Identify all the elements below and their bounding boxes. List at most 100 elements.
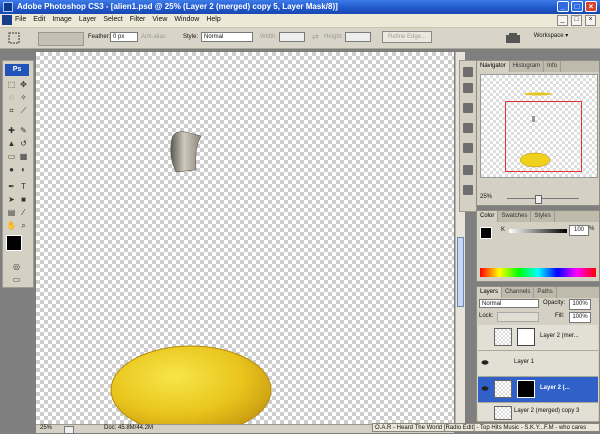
navigator-panel: Navigator Histogram Info 25% xyxy=(476,60,600,206)
opacity-input[interactable]: 100% xyxy=(569,299,591,310)
feather-input[interactable]: 0 px xyxy=(110,32,138,42)
close-button[interactable]: × xyxy=(585,1,597,12)
magic-wand-tool[interactable]: ✧ xyxy=(18,92,29,103)
move-tool[interactable]: ✥ xyxy=(18,79,29,90)
status-menu-icon[interactable] xyxy=(64,426,74,434)
brushes-icon[interactable] xyxy=(505,32,521,44)
layer-row-selected[interactable]: Layer 2 (... xyxy=(478,377,598,403)
visibility-eye-icon[interactable] xyxy=(481,385,489,392)
path-selection-tool[interactable]: ➤ xyxy=(6,194,17,205)
notes-tool[interactable]: ▤ xyxy=(6,207,17,218)
history-brush-tool[interactable]: ↺ xyxy=(18,138,29,149)
zoom-tool[interactable]: ⌕ xyxy=(18,220,29,231)
history-dock-icon[interactable] xyxy=(463,123,473,133)
doc-restore-button[interactable]: □ xyxy=(571,15,582,26)
color-panel: Color Swatches Styles K 100 % xyxy=(476,210,600,282)
shape-tool[interactable]: ■ xyxy=(18,194,29,205)
pen-tool[interactable]: ✒ xyxy=(6,181,17,192)
lock-options[interactable] xyxy=(497,312,539,322)
quick-mask-icon[interactable]: ◎ xyxy=(11,261,22,272)
menu-bar: File Edit Image Layer Select Filter View… xyxy=(0,14,600,28)
tab-histogram[interactable]: Histogram xyxy=(510,61,545,72)
tab-channels[interactable]: Channels xyxy=(502,287,535,298)
stamp-tool[interactable]: ▲ xyxy=(6,138,17,149)
tab-layers[interactable]: Layers xyxy=(477,287,503,298)
document-canvas[interactable] xyxy=(36,52,454,424)
k-value[interactable]: 100 xyxy=(569,225,589,236)
toolbox: Ps ⬚ ✥ ◌ ✧ ⌗ ⟋ ✚ ✎ ▲ ↺ ▭ ▦ ● ◐ ✒ T ➤ ■ ▤… xyxy=(2,60,34,288)
style-select[interactable]: Normal xyxy=(201,32,253,42)
zoom-slider-handle[interactable] xyxy=(535,195,542,204)
layer-name: Layer 2 (merged) copy 3 xyxy=(514,408,580,414)
app-icon xyxy=(3,2,13,12)
layer-row[interactable]: Layer 2 (merged) copy 3 xyxy=(478,403,598,422)
character-dock-icon[interactable] xyxy=(463,185,473,195)
navigator-view-box[interactable] xyxy=(505,101,582,172)
width-input[interactable] xyxy=(279,32,305,42)
layer-mask-thumbnail[interactable] xyxy=(517,380,535,398)
menu-view[interactable]: View xyxy=(152,16,167,23)
visibility-eye-icon[interactable] xyxy=(481,359,489,366)
tab-info[interactable]: Info xyxy=(544,61,562,72)
tool-presets-dock-icon[interactable] xyxy=(463,83,473,93)
menu-help[interactable]: Help xyxy=(206,16,220,23)
zoom-readout[interactable]: 25% xyxy=(40,425,52,431)
workspace-button[interactable]: Workspace ▾ xyxy=(526,31,576,43)
tab-swatches[interactable]: Swatches xyxy=(498,211,532,222)
refine-edge-button[interactable]: Refine Edge... xyxy=(382,31,432,43)
blur-tool[interactable]: ● xyxy=(6,164,17,175)
color-foreground[interactable] xyxy=(480,227,492,239)
minimize-button[interactable]: _ xyxy=(557,1,569,12)
gradient-tool[interactable]: ▦ xyxy=(18,151,29,162)
menu-filter[interactable]: Filter xyxy=(130,16,146,23)
hand-tool[interactable]: ✋ xyxy=(6,220,17,231)
crop-tool[interactable]: ⌗ xyxy=(6,105,17,116)
tab-navigator[interactable]: Navigator xyxy=(477,61,510,72)
doc-close-button[interactable]: × xyxy=(585,15,596,26)
tab-styles[interactable]: Styles xyxy=(531,211,555,222)
selection-mode-buttons[interactable] xyxy=(38,32,84,46)
color-ramp[interactable] xyxy=(480,268,596,277)
layer-row[interactable]: Layer 2 (mer... xyxy=(478,325,598,351)
height-input[interactable] xyxy=(345,32,371,42)
menu-select[interactable]: Select xyxy=(103,16,122,23)
scrollbar-thumb[interactable] xyxy=(457,237,464,307)
slice-tool[interactable]: ⟋ xyxy=(18,105,29,116)
foreground-color-swatch[interactable] xyxy=(6,235,22,251)
menu-file[interactable]: File xyxy=(15,16,26,23)
swap-icon[interactable]: ⇄ xyxy=(312,32,319,41)
layer-comps-dock-icon[interactable] xyxy=(463,103,473,113)
menu-layer[interactable]: Layer xyxy=(79,16,97,23)
style-label: Style: xyxy=(183,34,199,40)
eraser-tool[interactable]: ▭ xyxy=(6,151,17,162)
blend-mode-select[interactable]: Normal xyxy=(479,299,539,308)
healing-tool[interactable]: ✚ xyxy=(6,125,17,136)
marquee-tool-icon[interactable] xyxy=(8,32,20,44)
navigator-zoom[interactable]: 25% xyxy=(480,194,492,200)
navigator-preview[interactable] xyxy=(480,74,598,178)
paragraph-dock-icon[interactable] xyxy=(463,165,473,175)
menu-image[interactable]: Image xyxy=(52,16,71,23)
marquee-tool[interactable]: ⬚ xyxy=(6,79,17,90)
brushes-dock-icon[interactable] xyxy=(463,67,473,77)
antialias-checkbox[interactable]: Anti-alias xyxy=(141,34,166,40)
k-slider[interactable] xyxy=(509,229,567,233)
maximize-button[interactable]: □ xyxy=(571,1,583,12)
actions-dock-icon[interactable] xyxy=(463,143,473,153)
doc-minimize-button[interactable]: _ xyxy=(557,15,568,26)
type-tool[interactable]: T xyxy=(18,181,29,192)
dodge-tool[interactable]: ◐ xyxy=(18,164,29,175)
layer-mask-thumbnail[interactable] xyxy=(517,328,535,346)
eyedropper-tool[interactable]: ⁄ xyxy=(18,207,29,218)
layer-row[interactable]: Layer 1 xyxy=(478,351,598,377)
screen-mode-icon[interactable]: ▭ xyxy=(11,274,22,285)
brush-tool[interactable]: ✎ xyxy=(18,125,29,136)
fill-input[interactable]: 100% xyxy=(569,312,591,323)
menu-edit[interactable]: Edit xyxy=(33,16,45,23)
tab-color[interactable]: Color xyxy=(477,211,499,222)
zoom-slider[interactable] xyxy=(507,198,579,199)
tab-paths[interactable]: Paths xyxy=(534,287,557,298)
menu-window[interactable]: Window xyxy=(174,16,199,23)
feather-label: Feather: xyxy=(88,34,111,40)
lasso-tool[interactable]: ◌ xyxy=(6,92,17,103)
